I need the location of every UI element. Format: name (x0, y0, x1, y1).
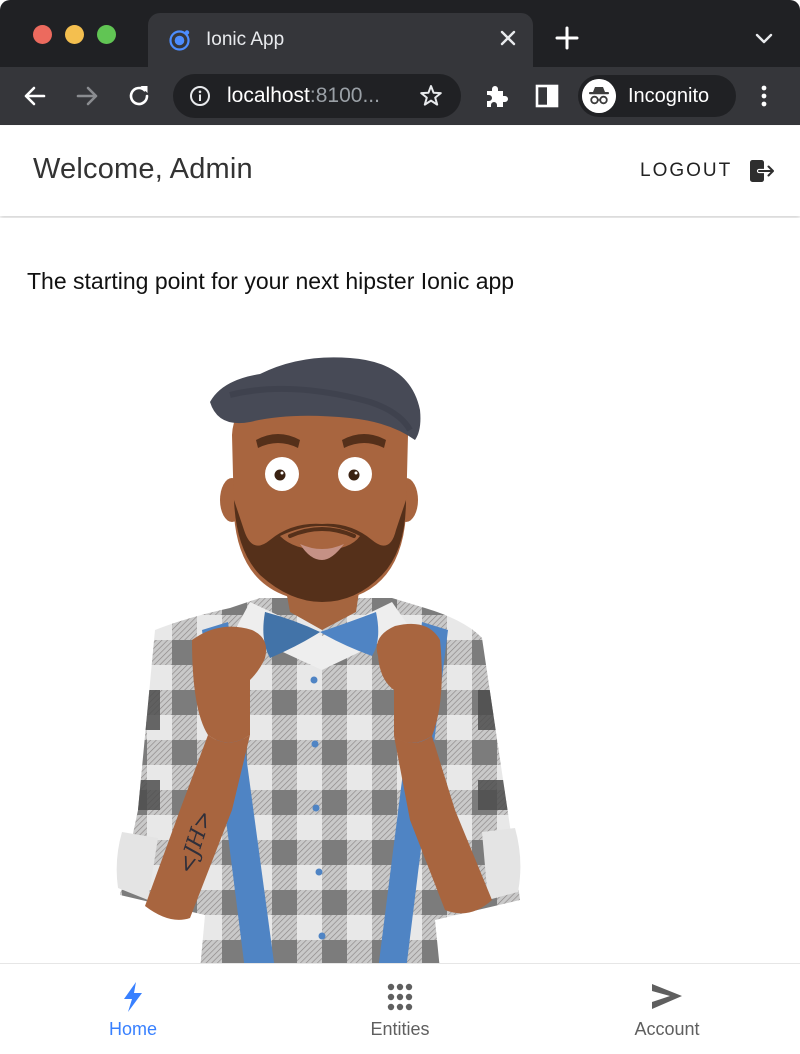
address-bar[interactable]: localhost:8100... (173, 74, 461, 118)
window-minimize-button[interactable] (65, 25, 84, 44)
kebab-menu-icon[interactable] (752, 81, 776, 111)
close-icon[interactable] (494, 24, 522, 52)
logout-icon (750, 160, 776, 182)
tab-account-label: Account (634, 1019, 700, 1039)
incognito-profile-button[interactable]: Incognito (578, 75, 736, 117)
tagline-text: The starting point for your next hipster… (27, 268, 515, 294)
reload-icon[interactable] (124, 81, 154, 111)
arrow-right-icon[interactable] (72, 81, 102, 111)
bottom-tab-bar: Home Entities Account (0, 963, 800, 1054)
side-panel-icon[interactable] (532, 81, 562, 111)
incognito-icon (582, 79, 616, 113)
incognito-label: Incognito (628, 85, 710, 107)
send-icon (652, 984, 682, 1009)
browser-tab[interactable]: Ionic App (148, 13, 533, 67)
app-header: Welcome, Admin LOGOUT (0, 126, 800, 216)
browser-tabstrip: Ionic App (0, 0, 800, 67)
chevron-down-icon[interactable] (752, 26, 776, 50)
url-port: :8100... (309, 84, 380, 107)
window-close-button[interactable] (33, 25, 52, 44)
tab-home-label: Home (108, 1019, 157, 1039)
info-icon[interactable] (189, 85, 211, 107)
tab-entities[interactable]: Entities (267, 964, 533, 1054)
hipster-illustration: <JH> (116, 357, 521, 963)
address-url: localhost:8100... (227, 84, 380, 108)
puzzle-icon[interactable] (482, 81, 512, 111)
apps-grid-icon (387, 983, 413, 1011)
star-icon[interactable] (418, 83, 444, 109)
tab-title: Ionic App (206, 29, 285, 50)
url-host: localhost (227, 84, 310, 107)
home-content: The starting point for your next hipster… (0, 218, 800, 963)
arrow-left-icon[interactable] (20, 81, 50, 111)
logout-label: LOGOUT (640, 160, 733, 181)
tab-account[interactable]: Account (534, 964, 800, 1054)
plus-icon[interactable] (553, 24, 581, 52)
logout-button[interactable]: LOGOUT (630, 151, 790, 191)
browser-toolbar: localhost:8100... Incognito (0, 67, 800, 125)
tab-home[interactable]: Home (0, 964, 266, 1054)
window-zoom-button[interactable] (97, 25, 116, 44)
flash-icon (124, 982, 142, 1012)
tab-entities-label: Entities (370, 1019, 430, 1039)
page-title: Welcome, Admin (33, 153, 253, 185)
ionic-logo-icon (169, 30, 190, 51)
